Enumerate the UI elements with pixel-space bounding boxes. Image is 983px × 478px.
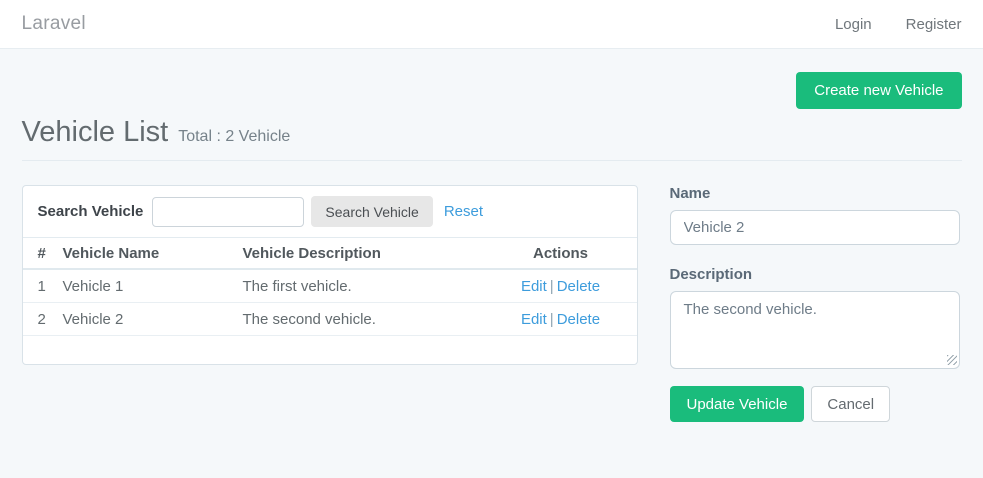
update-vehicle-button[interactable]: Update Vehicle	[670, 386, 805, 422]
row-index: 2	[38, 311, 63, 328]
vehicle-table: # Vehicle Name Vehicle Description Actio…	[23, 237, 637, 364]
search-input[interactable]	[152, 197, 304, 227]
reset-link[interactable]: Reset	[444, 203, 483, 220]
delete-link[interactable]: Delete	[557, 311, 600, 328]
header-actions: Actions	[500, 245, 622, 262]
create-new-vehicle-button[interactable]: Create new Vehicle	[796, 72, 961, 109]
register-link[interactable]: Register	[906, 16, 962, 33]
vehicle-list-panel: Search Vehicle Search Vehicle Reset # Ve…	[22, 185, 638, 365]
search-label: Search Vehicle	[38, 203, 144, 220]
row-index: 1	[38, 278, 63, 295]
top-navbar: Laravel Login Register	[0, 0, 983, 49]
table-row: 2 Vehicle 2 The second vehicle. Edit|Del…	[23, 303, 637, 336]
navbar-links: Login Register	[835, 16, 962, 33]
heading-divider	[22, 160, 962, 161]
row-vehicle-name: Vehicle 1	[63, 278, 243, 295]
delete-link[interactable]: Delete	[557, 278, 600, 295]
table-bottom-space	[23, 336, 637, 364]
search-bar: Search Vehicle Search Vehicle Reset	[23, 186, 637, 237]
row-vehicle-name: Vehicle 2	[63, 311, 243, 328]
row-vehicle-description: The first vehicle.	[243, 278, 500, 295]
name-label: Name	[670, 185, 960, 202]
action-separator: |	[550, 311, 554, 328]
total-count-text: Total : 2 Vehicle	[178, 128, 290, 146]
login-link[interactable]: Login	[835, 16, 872, 33]
header-vehicle-description: Vehicle Description	[243, 245, 500, 262]
description-label: Description	[670, 266, 960, 283]
action-separator: |	[550, 278, 554, 295]
brand-link[interactable]: Laravel	[22, 13, 86, 35]
table-row: 1 Vehicle 1 The first vehicle. Edit|Dele…	[23, 270, 637, 303]
search-button[interactable]: Search Vehicle	[311, 196, 432, 227]
page-title: Vehicle List	[22, 116, 169, 149]
table-header-row: # Vehicle Name Vehicle Description Actio…	[23, 237, 637, 270]
vehicle-edit-form: Name Description The second vehicle. Upd…	[670, 185, 960, 422]
edit-link[interactable]: Edit	[521, 278, 547, 295]
description-field[interactable]: The second vehicle.	[670, 291, 960, 369]
row-vehicle-description: The second vehicle.	[243, 311, 500, 328]
edit-link[interactable]: Edit	[521, 311, 547, 328]
header-vehicle-name: Vehicle Name	[63, 245, 243, 262]
name-field[interactable]	[670, 210, 960, 245]
header-index: #	[38, 245, 63, 262]
cancel-button[interactable]: Cancel	[811, 386, 890, 422]
textarea-resize-handle[interactable]	[947, 355, 957, 365]
